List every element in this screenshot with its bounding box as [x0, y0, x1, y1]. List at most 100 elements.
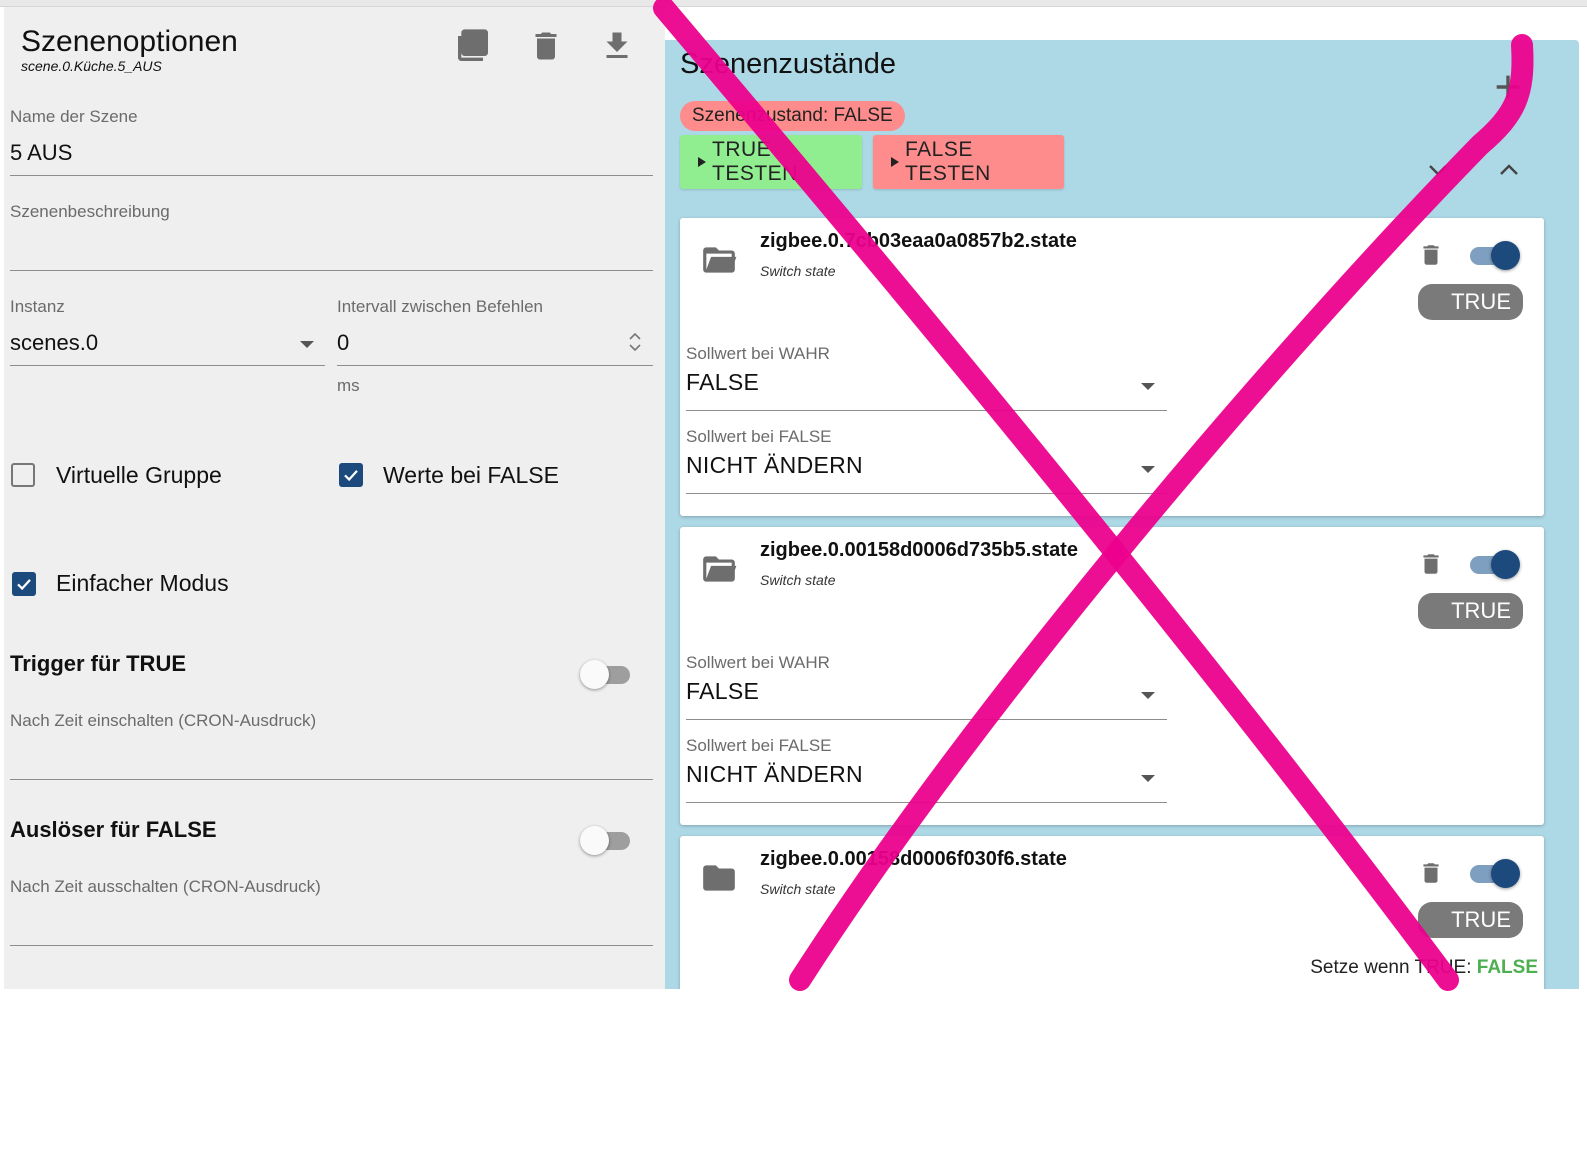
copy-button[interactable]: [453, 26, 493, 66]
interval-input[interactable]: 0: [337, 325, 653, 365]
chevron-down-icon: [1141, 383, 1155, 390]
interval-underline: [337, 365, 653, 366]
cron-true-label: Nach Zeit einschalten (CRON-Ausdruck): [10, 711, 317, 730]
state-card: zigbee.0.00158d0006f030f6.state Switch s…: [680, 836, 1544, 989]
instance-label: Instanz: [10, 297, 65, 316]
setpoint-true-label: Sollwert bei WAHR: [686, 344, 830, 363]
state-enabled-switch[interactable]: [1464, 547, 1520, 581]
play-icon: [698, 157, 706, 167]
switch-thumb: [1491, 550, 1520, 579]
window-top-edge: [0, 0, 1587, 7]
true-value-button[interactable]: TRUE: [1418, 284, 1523, 320]
true-value-button[interactable]: TRUE: [1418, 593, 1523, 629]
spinner-icon[interactable]: [627, 328, 643, 356]
plus-icon: [1496, 75, 1520, 99]
simple-mode-checkbox[interactable]: [12, 572, 36, 596]
chevron-down-icon: [1141, 775, 1155, 782]
test-false-button[interactable]: FALSE TESTEN: [873, 135, 1064, 189]
folder-icon[interactable]: [700, 862, 738, 894]
cron-false-underline: [10, 945, 653, 946]
collapse-all-button[interactable]: [1494, 158, 1524, 182]
chevron-down-icon: [300, 341, 314, 348]
cron-false-label: Nach Zeit ausschalten (CRON-Ausdruck): [10, 877, 321, 896]
state-card: zigbee.0.00158d0006d735b5.state Switch s…: [680, 527, 1544, 825]
setpoint-false-label: Sollwert bei FALSE: [686, 736, 832, 755]
test-false-label: FALSE TESTEN: [905, 138, 991, 185]
delete-icon[interactable]: [1418, 242, 1444, 268]
state-card: zigbee.0.7cb03eaa0a0857b2.state Switch s…: [680, 218, 1544, 516]
values-false-checkbox[interactable]: [339, 463, 363, 487]
state-enabled-switch[interactable]: [1464, 856, 1520, 890]
field-underline: [686, 802, 1167, 803]
cron-true-underline: [10, 779, 653, 780]
instance-underline: [10, 365, 325, 366]
field-underline: [686, 493, 1167, 494]
true-value-button[interactable]: TRUE: [1418, 902, 1523, 938]
cron-true-input[interactable]: [10, 742, 653, 778]
instance-select[interactable]: scenes.0: [10, 325, 325, 365]
state-summary: Setze wenn TRUE: FALSE: [1310, 957, 1538, 979]
summary-prefix: Setze wenn TRUE:: [1310, 957, 1472, 978]
download-button[interactable]: [597, 26, 637, 66]
checkmark-icon: [344, 470, 358, 482]
setpoint-false-value: NICHT ÄNDERN: [686, 452, 863, 478]
chevron-down-icon: [1141, 692, 1155, 699]
state-id: zigbee.0.00158d0006d735b5.state: [760, 539, 1078, 561]
state-enabled-switch[interactable]: [1464, 238, 1520, 272]
values-false-label: Werte bei FALSE: [383, 462, 559, 488]
state-id: zigbee.0.7cb03eaa0a0857b2.state: [760, 230, 1077, 252]
scene-description-label: Szenenbeschreibung: [10, 202, 170, 221]
test-true-label: TRUE TESTEN: [712, 138, 798, 185]
setpoint-false-label: Sollwert bei FALSE: [686, 427, 832, 446]
interval-unit: ms: [337, 376, 360, 395]
cron-false-input[interactable]: [10, 908, 653, 944]
virtual-group-checkbox[interactable]: [11, 463, 35, 487]
delete-icon[interactable]: [1418, 860, 1444, 886]
scene-states-panel: Szenenzustände Szenenzustand: FALSE TRUE…: [665, 40, 1579, 989]
scene-description-input[interactable]: [10, 235, 653, 265]
state-description: Switch state: [760, 263, 836, 279]
trigger-false-switch[interactable]: [580, 823, 636, 857]
state-description: Switch state: [760, 881, 836, 897]
interval-label: Intervall zwischen Befehlen: [337, 297, 544, 316]
simple-mode-label: Einfacher Modus: [56, 570, 229, 596]
delete-icon[interactable]: [1418, 551, 1444, 577]
test-true-button[interactable]: TRUE TESTEN: [680, 135, 862, 189]
states-title: Szenenzustände: [680, 48, 897, 80]
page-title: Szenenoptionen: [21, 25, 238, 58]
expand-all-button[interactable]: [1423, 158, 1453, 182]
delete-scene-button[interactable]: [526, 26, 566, 66]
chevron-down-icon: [1429, 165, 1447, 176]
chevron-up-icon: [1500, 164, 1518, 175]
setpoint-true-label: Sollwert bei WAHR: [686, 653, 830, 672]
trigger-false-title: Auslöser für FALSE: [10, 817, 217, 842]
scene-id: scene.0.Küche.5_AUS: [21, 58, 162, 74]
setpoint-true-value: FALSE: [686, 678, 760, 704]
instance-value: scenes.0: [10, 330, 99, 355]
interval-value: 0: [337, 330, 350, 355]
scene-options-panel: Szenenoptionen scene.0.Küche.5_AUS Name …: [4, 7, 665, 989]
scene-name-label: Name der Szene: [10, 107, 138, 126]
add-state-button[interactable]: [1491, 70, 1525, 104]
setpoint-false-value: NICHT ÄNDERN: [686, 761, 863, 787]
field-underline: [686, 410, 1167, 411]
folder-open-icon[interactable]: [700, 553, 738, 585]
field-underline: [686, 719, 1167, 720]
switch-thumb: [1491, 859, 1520, 888]
switch-thumb: [1491, 241, 1520, 270]
state-description: Switch state: [760, 572, 836, 588]
switch-thumb: [580, 826, 609, 855]
setpoint-true-value: FALSE: [686, 369, 760, 395]
summary-value: FALSE: [1476, 957, 1538, 978]
state-id: zigbee.0.00158d0006f030f6.state: [760, 848, 1067, 870]
scene-name-underline: [10, 175, 653, 176]
trigger-true-switch[interactable]: [580, 657, 636, 691]
virtual-group-label: Virtuelle Gruppe: [56, 462, 222, 488]
delete-icon: [535, 32, 557, 60]
scene-state-chip: Szenenzustand: FALSE: [680, 101, 905, 131]
folder-open-icon[interactable]: [700, 244, 738, 276]
scene-description-underline: [10, 270, 653, 271]
chevron-down-icon: [1141, 466, 1155, 473]
scene-states-area: Szenenzustände Szenenzustand: FALSE TRUE…: [665, 7, 1587, 989]
scene-name-input[interactable]: 5 AUS: [10, 140, 72, 166]
